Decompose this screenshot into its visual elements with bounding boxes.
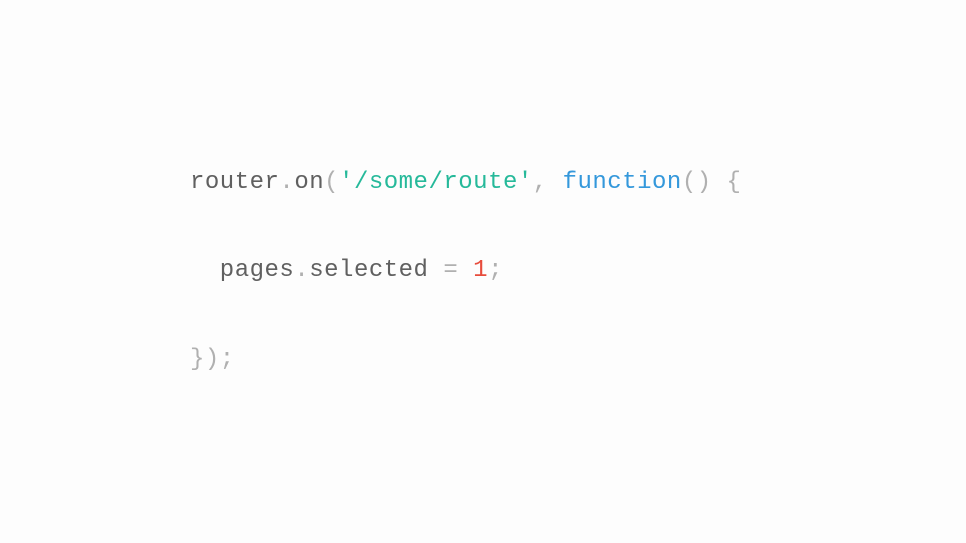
code-line-3: }); bbox=[190, 338, 741, 382]
token-brace: { bbox=[727, 169, 742, 196]
code-line-2: pages.selected = 1; bbox=[190, 249, 741, 293]
token-method: on bbox=[294, 169, 324, 196]
token-property: selected bbox=[309, 257, 443, 284]
token-number: 1 bbox=[473, 257, 488, 284]
token-identifier: router bbox=[190, 169, 279, 196]
token-parens: () bbox=[682, 169, 712, 196]
token-space bbox=[548, 169, 563, 196]
code-line-1: router.on('/some/route', function() { bbox=[190, 161, 741, 205]
token-semicolon: ; bbox=[488, 257, 503, 284]
token-space bbox=[712, 169, 727, 196]
token-space bbox=[458, 257, 473, 284]
token-dot: . bbox=[294, 257, 309, 284]
token-keyword: function bbox=[563, 169, 682, 196]
token-string: '/some/route' bbox=[339, 169, 533, 196]
token-equals: = bbox=[443, 257, 458, 284]
token-identifier: pages bbox=[190, 257, 294, 284]
token-closing: }); bbox=[190, 346, 235, 373]
token-paren: ( bbox=[324, 169, 339, 196]
token-comma: , bbox=[533, 169, 548, 196]
token-dot: . bbox=[279, 169, 294, 196]
code-snippet: router.on('/some/route', function() { pa… bbox=[190, 116, 741, 427]
